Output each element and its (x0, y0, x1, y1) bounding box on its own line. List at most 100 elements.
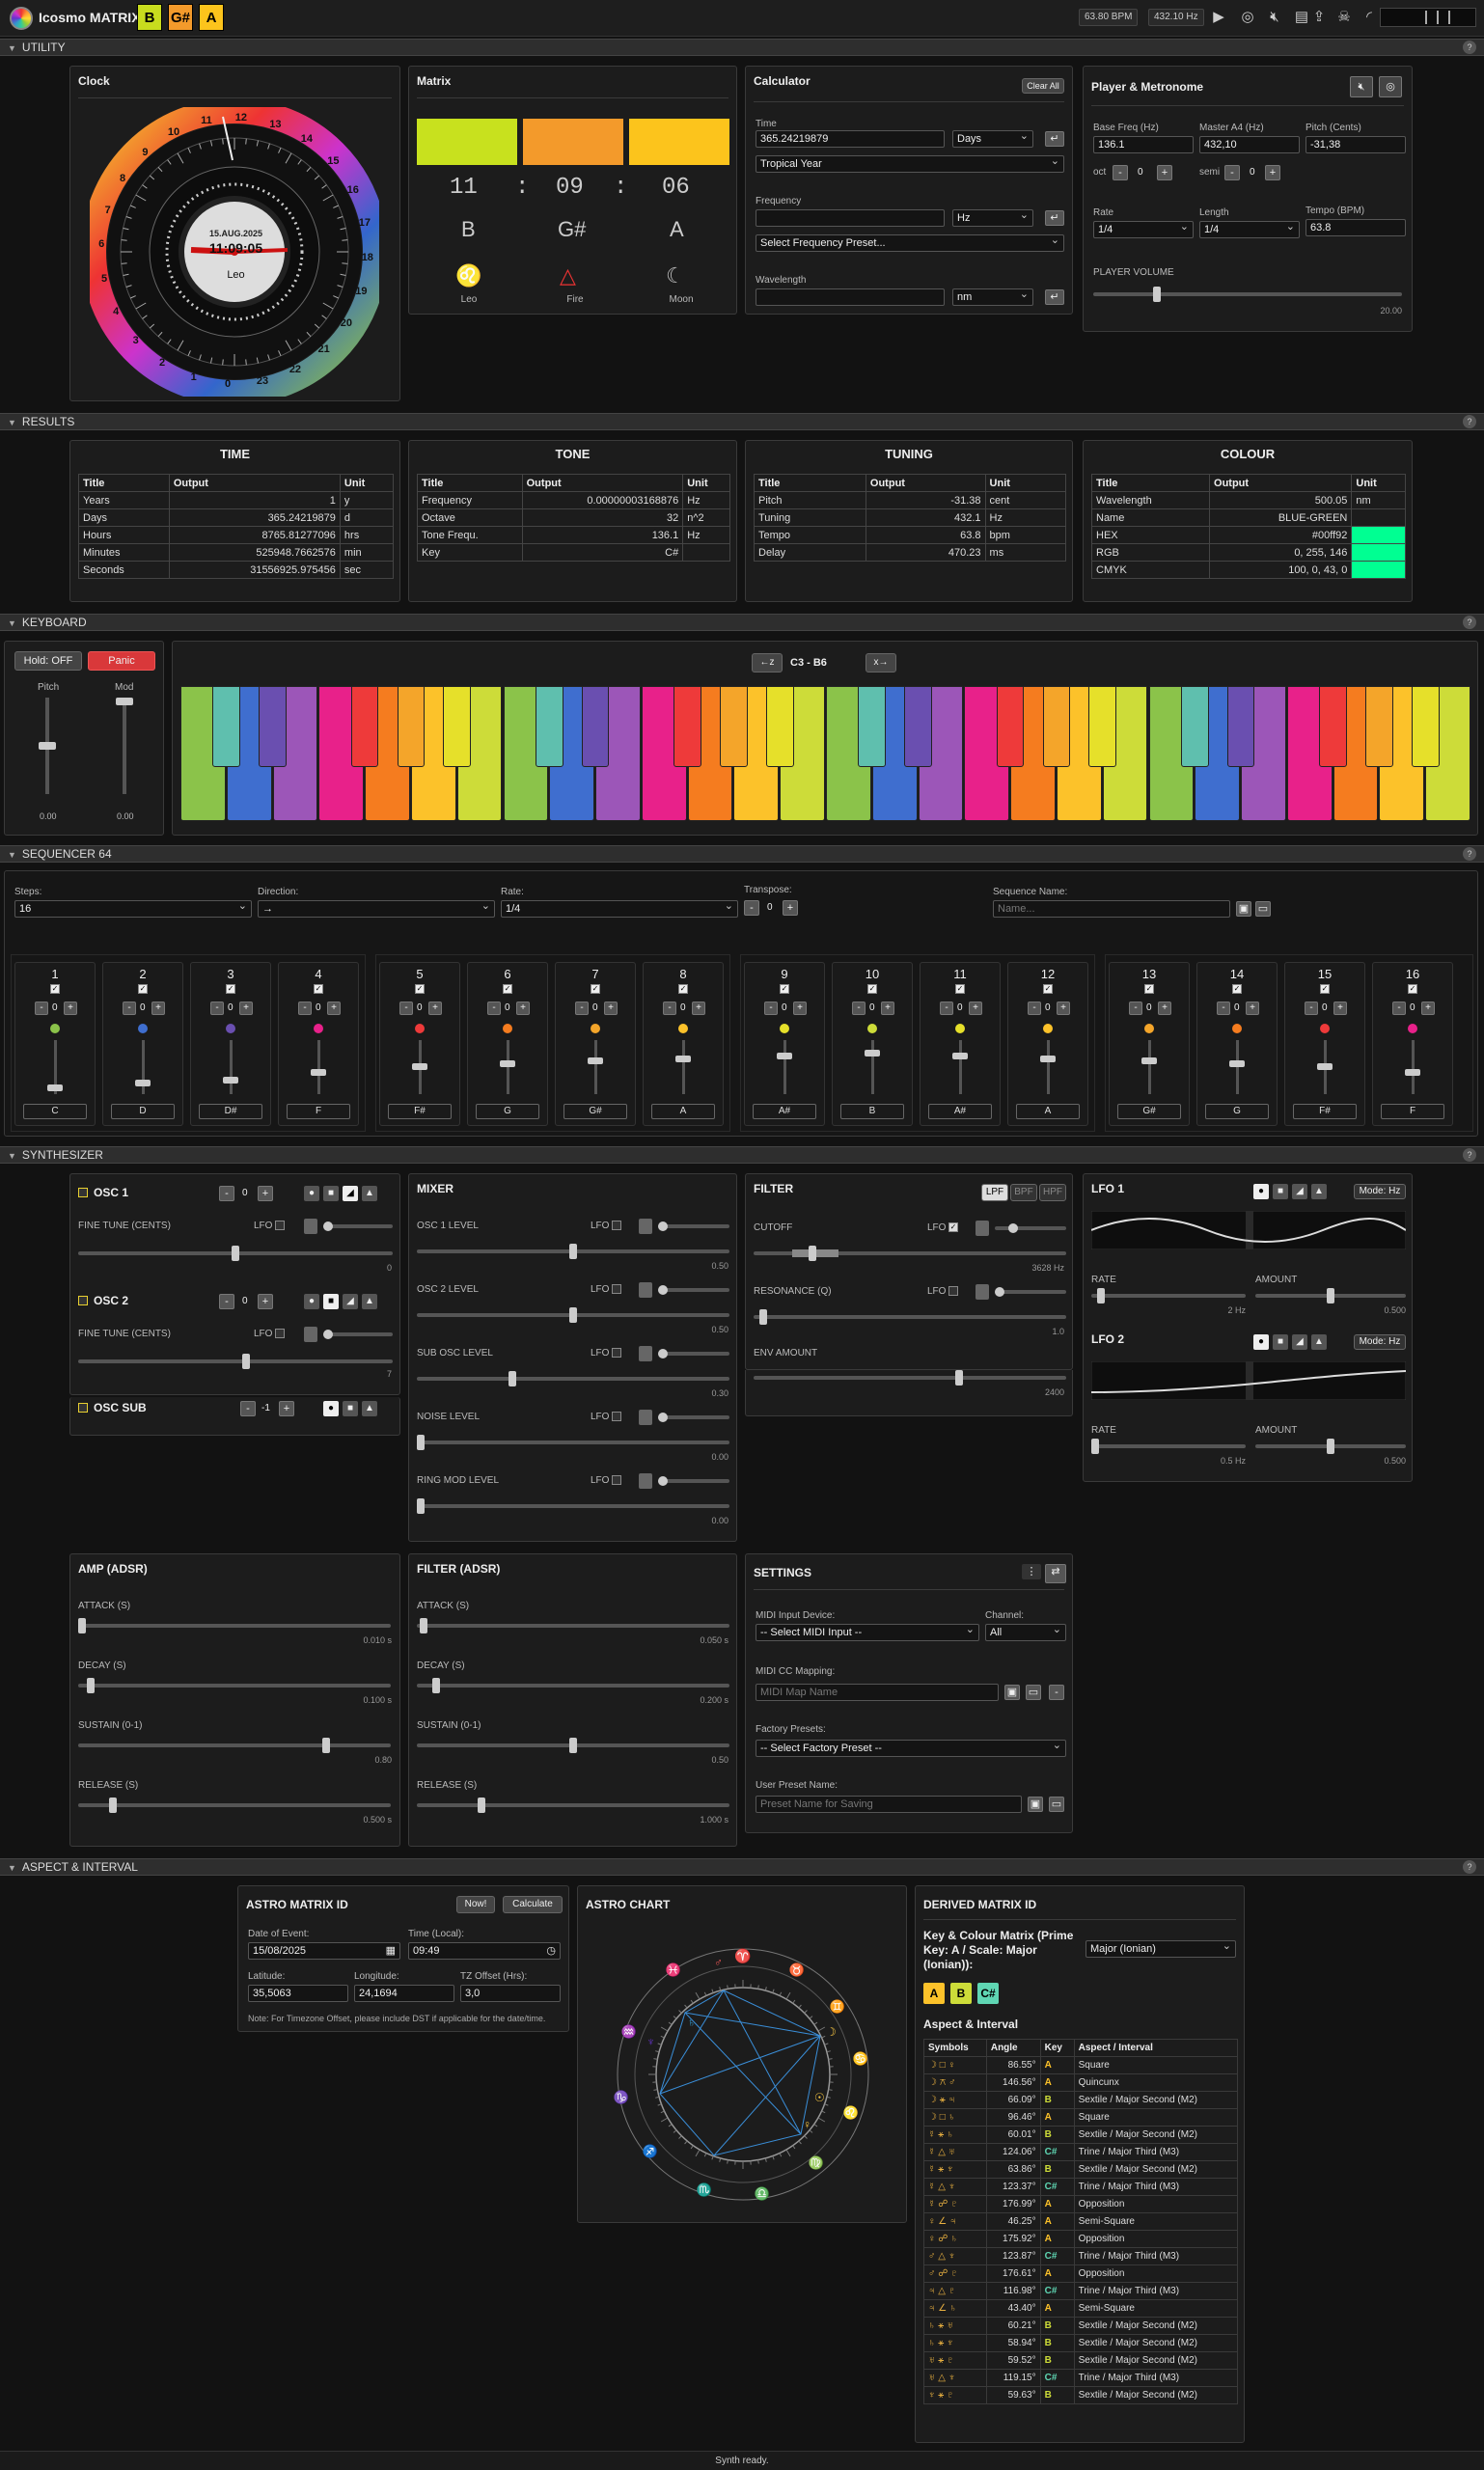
step-note[interactable]: B (840, 1104, 904, 1119)
slider-thumb[interactable] (78, 1618, 86, 1633)
step-note[interactable]: A# (753, 1104, 816, 1119)
env-amount-slider[interactable] (754, 1370, 1066, 1386)
length-select[interactable]: 1/4 (1199, 221, 1300, 238)
step-velocity-thumb[interactable] (865, 1050, 880, 1057)
square-wave-icon[interactable]: ■ (343, 1401, 358, 1416)
slider-thumb[interactable] (1153, 287, 1162, 302)
mixer-lfo-checkbox[interactable] (612, 1284, 621, 1294)
help-icon[interactable]: ? (1463, 415, 1476, 428)
step-velocity-thumb[interactable] (1229, 1060, 1245, 1068)
lfo2-rate-slider[interactable] (1091, 1439, 1246, 1454)
step-velocity-thumb[interactable] (675, 1055, 691, 1062)
piano-black-key[interactable] (673, 686, 701, 767)
sine-wave-icon[interactable]: ● (304, 1186, 319, 1201)
step-enable-checkbox[interactable]: ✓ (226, 984, 235, 994)
step-note[interactable]: D (111, 1104, 175, 1119)
sequencer-step[interactable]: 2 ✓ -0 + D (102, 962, 183, 1126)
steps-select[interactable]: 16 (14, 900, 252, 918)
step-velocity-slider[interactable] (959, 1040, 962, 1094)
help-icon[interactable]: ? (1463, 847, 1476, 861)
step-note[interactable]: A# (928, 1104, 992, 1119)
step-plus-button[interactable]: + (64, 1002, 77, 1015)
section-aspect[interactable]: ▼ ASPECT & INTERVAL? (0, 1858, 1484, 1876)
osc2-lfo-checkbox[interactable] (275, 1329, 285, 1338)
piano-black-key[interactable] (1226, 686, 1255, 767)
saw-wave-icon[interactable]: ◢ (1292, 1184, 1307, 1199)
step-velocity-slider[interactable] (1148, 1040, 1151, 1094)
step-velocity-thumb[interactable] (311, 1068, 326, 1076)
oct-minus-button[interactable]: - (1113, 165, 1128, 180)
seq-rate-select[interactable]: 1/4 (501, 900, 738, 918)
piano-black-key[interactable] (720, 686, 748, 767)
piano-black-key[interactable] (212, 686, 241, 767)
sequencer-step[interactable]: 13 ✓ -0 + G# (1109, 962, 1190, 1126)
player-mute-icon[interactable]: 🔇︎ (1350, 76, 1373, 97)
step-minus-button[interactable]: - (1305, 1002, 1318, 1015)
step-minus-button[interactable]: - (1129, 1002, 1142, 1015)
bpm-readout[interactable]: 63.80 BPM (1079, 9, 1139, 26)
step-plus-button[interactable]: + (327, 1002, 341, 1015)
mixer-level-slider[interactable] (417, 1498, 729, 1514)
octave-up-button[interactable]: x→ (866, 653, 896, 672)
adsr-slider[interactable] (417, 1738, 729, 1753)
resonance-lfo-toggle[interactable] (976, 1284, 989, 1300)
player-volume-slider[interactable] (1093, 287, 1402, 302)
sequencer-step[interactable]: 6 ✓ -0 + G (467, 962, 548, 1126)
step-minus-button[interactable]: - (663, 1002, 676, 1015)
slider-thumb[interactable] (759, 1309, 768, 1325)
sequence-name-input[interactable]: Name... (993, 900, 1230, 918)
piano-black-key[interactable] (904, 686, 932, 767)
step-enable-checkbox[interactable]: ✓ (867, 984, 877, 994)
osc1-fine-slider[interactable] (78, 1246, 393, 1261)
step-note[interactable]: D# (199, 1104, 262, 1119)
osc1-minus-button[interactable]: - (219, 1186, 234, 1201)
slider-thumb[interactable] (417, 1498, 425, 1514)
help-icon[interactable]: ? (1463, 1860, 1476, 1874)
sequencer-step[interactable]: 7 ✓ -0 + G# (555, 962, 636, 1126)
mixer-lfo-depth-slider[interactable] (658, 1413, 729, 1422)
semi-plus-button[interactable]: + (1265, 165, 1280, 180)
step-enable-checkbox[interactable]: ✓ (314, 984, 323, 994)
step-minus-button[interactable]: - (852, 1002, 866, 1015)
settings-dots-icon[interactable]: ⋮ (1022, 1564, 1041, 1579)
step-enable-checkbox[interactable]: ✓ (1232, 984, 1242, 994)
save-map-icon[interactable]: ▣ (1004, 1685, 1020, 1700)
step-velocity-thumb[interactable] (588, 1057, 603, 1065)
step-enable-checkbox[interactable]: ✓ (955, 984, 965, 994)
piano-black-key[interactable] (765, 686, 794, 767)
slider-thumb[interactable] (1327, 1288, 1334, 1304)
step-minus-button[interactable]: - (399, 1002, 413, 1015)
frequency-input[interactable] (756, 209, 945, 227)
step-enable-checkbox[interactable]: ✓ (1144, 984, 1154, 994)
transpose-minus-button[interactable]: - (744, 900, 759, 916)
triangle-wave-icon[interactable]: ▲ (1311, 1184, 1327, 1199)
slider-thumb[interactable] (954, 1370, 963, 1386)
piano-black-key[interactable] (581, 686, 610, 767)
slider-thumb[interactable] (1327, 1439, 1334, 1454)
sequencer-step[interactable]: 3 ✓ -0 + D# (190, 962, 271, 1126)
step-velocity-thumb[interactable] (777, 1052, 792, 1059)
section-utility[interactable]: ▼ UTILITY? (0, 39, 1484, 56)
piano-black-key[interactable] (1319, 686, 1347, 767)
triangle-wave-icon[interactable]: ▲ (362, 1186, 377, 1201)
osc1-plus-button[interactable]: + (258, 1186, 273, 1201)
osc2-enable-checkbox[interactable] (78, 1296, 88, 1305)
mixer-lfo-depth-slider[interactable] (658, 1221, 729, 1231)
triangle-wave-icon[interactable]: ▲ (362, 1401, 377, 1416)
mixer-lfo-toggle[interactable] (639, 1219, 652, 1234)
mixer-level-slider[interactable] (417, 1371, 729, 1386)
step-velocity-slider[interactable] (783, 1040, 786, 1094)
step-plus-button[interactable]: + (239, 1002, 253, 1015)
slider-thumb[interactable] (87, 1678, 96, 1693)
mixer-lfo-toggle[interactable] (639, 1410, 652, 1425)
step-velocity-thumb[interactable] (223, 1077, 238, 1084)
square-wave-icon[interactable]: ■ (1273, 1184, 1288, 1199)
mixer-lfo-checkbox[interactable] (612, 1412, 621, 1421)
mixer-lfo-toggle[interactable] (639, 1282, 652, 1298)
saw-wave-icon[interactable]: ◢ (343, 1186, 358, 1201)
step-enable-checkbox[interactable]: ✓ (1408, 984, 1417, 994)
wavelength-enter-icon[interactable]: ↵ (1045, 289, 1064, 305)
pitch-cents-input[interactable]: -31,38 (1305, 136, 1406, 153)
osc2-fine-slider[interactable] (78, 1354, 393, 1369)
step-plus-button[interactable]: + (692, 1002, 705, 1015)
